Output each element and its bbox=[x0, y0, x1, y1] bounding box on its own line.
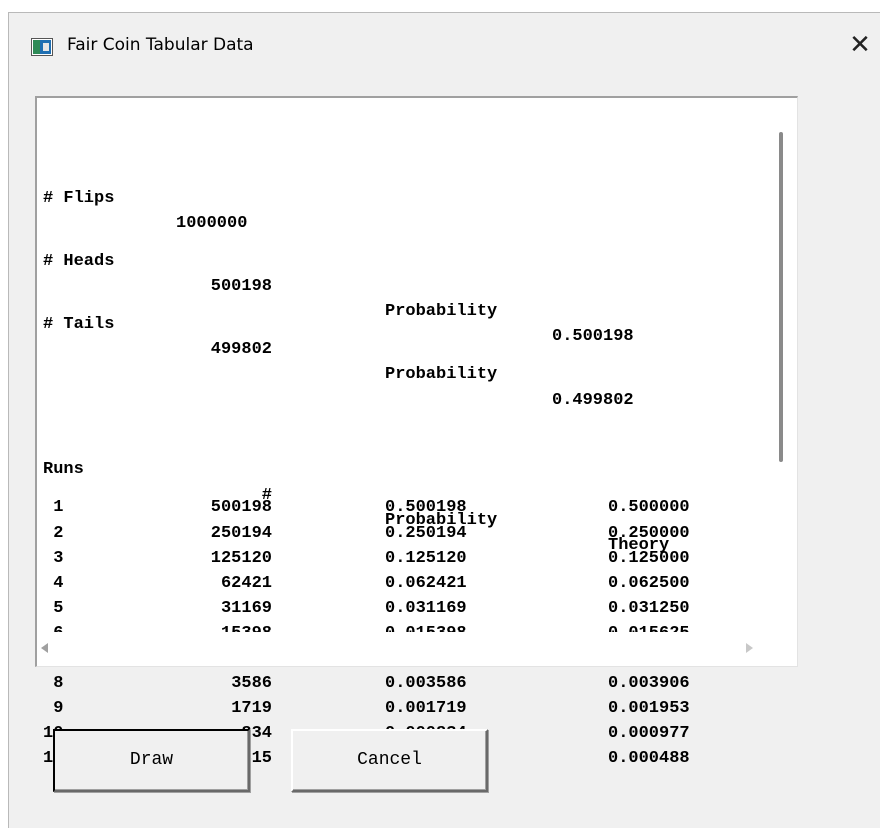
window-title: Fair Coin Tabular Data bbox=[67, 35, 254, 55]
cell-probability: 0.500198 bbox=[385, 498, 467, 518]
cell-count: 3586 bbox=[231, 674, 272, 694]
cell-count: 250194 bbox=[210, 523, 272, 543]
cell-probability: 0.003586 bbox=[385, 674, 467, 694]
title-bar: Fair Coin Tabular Data ✕ bbox=[9, 13, 880, 77]
table-row: 4 62421 0.062421 0.062500 bbox=[43, 571, 743, 596]
cell-count: 31169 bbox=[220, 598, 272, 618]
cell-theory: 0.125000 bbox=[608, 548, 690, 568]
cell-theory: 0.250000 bbox=[608, 523, 690, 543]
table-row: 9 1719 0.001719 0.001953 bbox=[43, 696, 743, 721]
cell-theory: 0.500000 bbox=[608, 498, 690, 518]
cell-count: 1719 bbox=[231, 699, 272, 719]
summary-row-heads: # Heads 500198 Probability 0.500198 bbox=[43, 224, 743, 346]
vertical-scrollbar-thumb[interactable] bbox=[779, 132, 783, 462]
cancel-button[interactable]: Cancel bbox=[291, 729, 488, 792]
cell-probability: 0.031169 bbox=[385, 598, 467, 618]
summary-label: # Flips bbox=[43, 189, 115, 209]
cell-theory: 0.001953 bbox=[608, 699, 690, 719]
table-header: Runs # Probability Theory bbox=[43, 432, 743, 554]
cell-count: 125120 bbox=[210, 548, 272, 568]
app-window-icon bbox=[31, 38, 53, 56]
cell-probability: 0.125120 bbox=[385, 548, 467, 568]
draw-button[interactable]: Draw bbox=[53, 729, 250, 792]
listbox-content: # Flips 1000000 # Heads 500198 Probabili… bbox=[43, 104, 743, 810]
data-listbox[interactable]: # Flips 1000000 # Heads 500198 Probabili… bbox=[35, 96, 798, 768]
cell-count: 500198 bbox=[210, 498, 272, 518]
blank-row bbox=[43, 350, 743, 375]
table-row: 1 500198 0.500198 0.500000 bbox=[43, 495, 743, 520]
summary-row-tails: # Tails 499802 Probability 0.499802 bbox=[43, 287, 743, 409]
horizontal-scrollbar[interactable] bbox=[37, 632, 797, 666]
table-row: 3 125120 0.125120 0.125000 bbox=[43, 546, 743, 571]
cell-theory: 0.000977 bbox=[608, 724, 690, 744]
cell-probability: 0.062421 bbox=[385, 573, 467, 593]
table-row: 2 250194 0.250194 0.250000 bbox=[43, 521, 743, 546]
summary-label: # Tails bbox=[43, 315, 115, 335]
summary-label: # Heads bbox=[43, 252, 115, 272]
cell-count: 62421 bbox=[220, 573, 272, 593]
cell-theory: 0.003906 bbox=[608, 674, 690, 694]
header-runs: Runs bbox=[43, 460, 84, 480]
table-row: 8 3586 0.003586 0.003906 bbox=[43, 671, 743, 696]
cell-probability: 0.250194 bbox=[385, 523, 467, 543]
cell-theory: 0.031250 bbox=[608, 598, 690, 618]
scroll-left-icon[interactable] bbox=[41, 643, 48, 653]
summary-prob-value: 0.499802 bbox=[552, 390, 634, 410]
dialog-window: Fair Coin Tabular Data ✕ # Flips 1000000… bbox=[8, 12, 880, 828]
summary-prob-value: 0.500198 bbox=[552, 327, 634, 347]
cell-theory: 0.000488 bbox=[608, 749, 690, 769]
cell-theory: 0.062500 bbox=[608, 573, 690, 593]
summary-row-flips: # Flips 1000000 bbox=[43, 161, 743, 233]
cell-probability: 0.001719 bbox=[385, 699, 467, 719]
table-row: 5 31169 0.031169 0.031250 bbox=[43, 596, 743, 621]
scroll-right-icon[interactable] bbox=[746, 643, 753, 653]
close-icon[interactable]: ✕ bbox=[840, 23, 880, 67]
